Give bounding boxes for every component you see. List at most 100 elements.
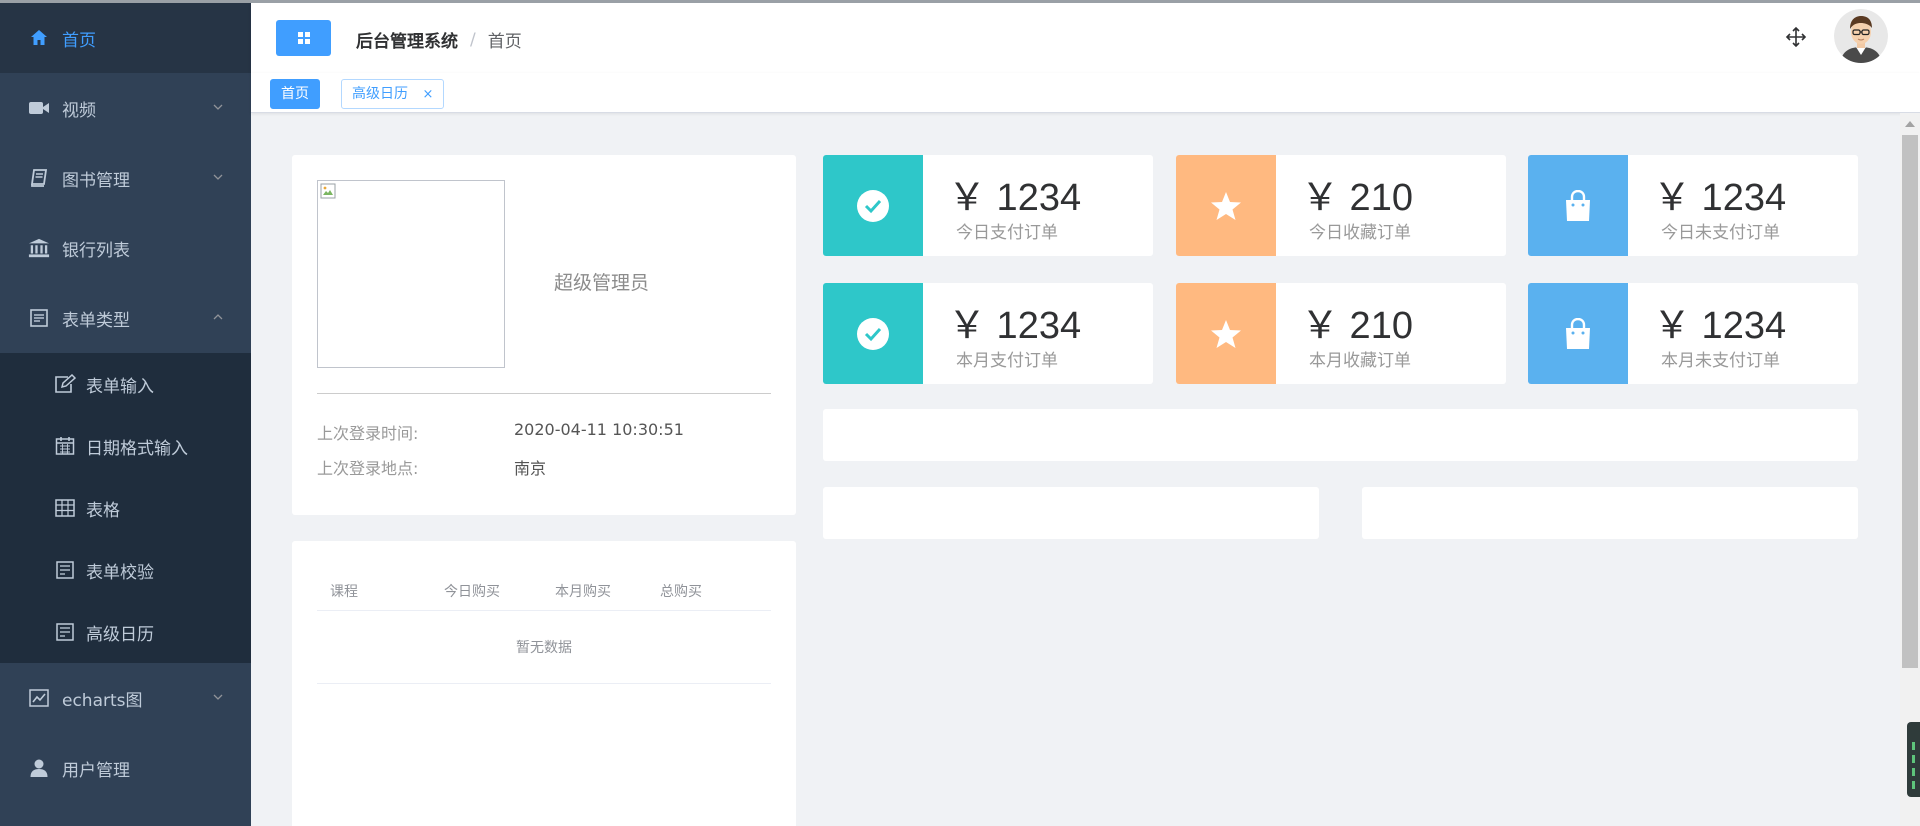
stat-value: ￥ 1234 <box>1653 305 1787 347</box>
sidebar-subitem-form-validation[interactable]: 表单校验 <box>0 539 251 601</box>
stat-card-month-unpaid[interactable]: ￥ 1234 本月未支付订单 <box>1528 283 1858 384</box>
stat-card-today-paid[interactable]: ￥ 1234 今日支付订单 <box>823 155 1153 256</box>
sidebar-subitem-form-input[interactable]: 表单输入 <box>0 353 251 415</box>
star-icon <box>1211 191 1241 220</box>
sidebar-item-label: 图书管理 <box>62 170 130 191</box>
stat-label: 本月未支付订单 <box>1661 351 1780 371</box>
sidebar-item-label: 表单类型 <box>62 310 130 331</box>
user-role: 超级管理员 <box>554 272 650 294</box>
stat-value: ￥ 1234 <box>1653 177 1787 219</box>
sidebar-menu: 首页 视频 图书管理 银行列表 表单类型 表单输入 日期格式输入 表格 表单校验… <box>0 3 251 826</box>
breadcrumb-current: 首页 <box>487 32 522 52</box>
user-photo <box>317 180 505 368</box>
grid-icon <box>297 32 310 44</box>
form-icon <box>28 307 50 329</box>
sidebar-item-books[interactable]: 图书管理 <box>0 143 251 213</box>
sidebar-item-label: 视频 <box>62 100 96 121</box>
sidebar-subitem-label: 表单校验 <box>86 562 154 583</box>
chart-icon <box>28 687 50 709</box>
scroll-up-arrow-icon[interactable] <box>1905 121 1915 127</box>
last-login-location-label: 上次登录地点: <box>317 459 419 478</box>
table-header-cell: 总购买 <box>660 583 702 600</box>
widget-indicator <box>1912 768 1915 776</box>
stat-value: ￥ 1234 <box>948 177 1082 219</box>
calendar-advanced-icon <box>54 621 76 643</box>
sidebar-item-label: echarts图 <box>62 690 143 711</box>
sidebar-subitem-label: 表单输入 <box>86 376 154 397</box>
stat-label: 今日支付订单 <box>956 223 1058 243</box>
shopping-bag-icon <box>1566 189 1590 221</box>
side-toolbar-widget[interactable] <box>1907 722 1920 797</box>
table-empty-text: 暂无数据 <box>317 611 771 684</box>
widget-indicator <box>1912 755 1915 763</box>
form-check-icon <box>54 559 76 581</box>
sidebar-item-label: 银行列表 <box>62 240 130 261</box>
book-icon <box>28 167 50 189</box>
tag-label: 高级日历 <box>352 86 408 102</box>
last-login-location-value: 南京 <box>514 459 547 478</box>
stat-label: 今日收藏订单 <box>1309 223 1411 243</box>
stat-icon-box <box>823 155 923 256</box>
sidebar-subitem-date-input[interactable]: 日期格式输入 <box>0 415 251 477</box>
edit-icon <box>54 373 76 395</box>
last-login-time-value: 2020-04-11 10:30:51 <box>514 420 684 439</box>
stat-card-month-paid[interactable]: ￥ 1234 本月支付订单 <box>823 283 1153 384</box>
chevron-down-icon <box>213 694 223 700</box>
table-icon <box>54 497 76 519</box>
table-header-cell: 今日购买 <box>444 583 500 600</box>
chart-card-right <box>1362 487 1858 539</box>
chevron-down-icon <box>213 104 223 110</box>
collapse-menu-button[interactable] <box>276 20 331 56</box>
sidebar-item-form-types[interactable]: 表单类型 <box>0 283 251 353</box>
user-info-card: 超级管理员 上次登录时间: 2020-04-11 10:30:51 上次登录地点… <box>292 155 796 515</box>
fullscreen-move-icon[interactable] <box>1785 26 1807 48</box>
last-login-time-label: 上次登录时间: <box>317 424 419 443</box>
stat-card-today-unpaid[interactable]: ￥ 1234 今日未支付订单 <box>1528 155 1858 256</box>
check-circle-icon <box>857 317 889 350</box>
user-icon <box>28 757 50 779</box>
home-icon <box>28 27 50 49</box>
sidebar-item-label: 首页 <box>62 30 96 51</box>
chart-card-left <box>823 487 1319 539</box>
star-icon <box>1211 319 1241 348</box>
stat-card-month-favorites[interactable]: ￥ 210 本月收藏订单 <box>1176 283 1506 384</box>
table-header-cell: 课程 <box>330 583 358 600</box>
sidebar-item-label: 用户管理 <box>62 760 130 781</box>
tag-home[interactable]: 首页 <box>270 79 320 109</box>
last-login-location-row: 上次登录地点: 南京 <box>317 455 546 479</box>
last-login-time-row: 上次登录时间: 2020-04-11 10:30:51 <box>317 420 684 444</box>
sidebar-item-video[interactable]: 视频 <box>0 73 251 143</box>
stat-icon-box <box>1528 155 1628 256</box>
stat-label: 本月支付订单 <box>956 351 1058 371</box>
stat-card-today-favorites[interactable]: ￥ 210 今日收藏订单 <box>1176 155 1506 256</box>
check-circle-icon <box>857 189 889 222</box>
stat-icon-box <box>1176 283 1276 384</box>
calendar-icon <box>54 435 76 457</box>
breadcrumb-root[interactable]: 后台管理系统 <box>356 27 458 52</box>
chevron-down-icon <box>213 174 223 180</box>
sidebar-item-banks[interactable]: 银行列表 <box>0 213 251 283</box>
stat-icon-box <box>1528 283 1628 384</box>
breadcrumb: 后台管理系统 / 首页 <box>356 27 522 53</box>
stat-icon-box <box>1176 155 1276 256</box>
avatar-image <box>1834 9 1888 63</box>
scrollbar-thumb[interactable] <box>1902 135 1918 668</box>
tag-advanced-calendar[interactable]: 高级日历 × <box>341 79 445 109</box>
sidebar-subitem-label: 日期格式输入 <box>86 438 188 459</box>
top-header: 后台管理系统 / 首页 <box>251 3 1920 73</box>
close-icon[interactable]: × <box>422 87 433 102</box>
widget-indicator <box>1912 742 1915 750</box>
sidebar-item-echarts[interactable]: echarts图 <box>0 663 251 733</box>
sidebar-item-home[interactable]: 首页 <box>0 3 251 73</box>
sidebar-item-users[interactable]: 用户管理 <box>0 733 251 803</box>
avatar[interactable] <box>1834 9 1888 63</box>
chart-card-wide <box>823 409 1858 461</box>
breadcrumb-separator: / <box>470 29 476 50</box>
sidebar-subitem-advanced-calendar[interactable]: 高级日历 <box>0 601 251 663</box>
course-table-card: 课程 今日购买 本月购买 总购买 暂无数据 <box>292 541 796 826</box>
stat-label: 今日未支付订单 <box>1661 223 1780 243</box>
sidebar-subitem-table[interactable]: 表格 <box>0 477 251 539</box>
shopping-bag-icon <box>1566 317 1590 349</box>
divider <box>317 393 771 394</box>
broken-image-icon <box>320 183 336 199</box>
